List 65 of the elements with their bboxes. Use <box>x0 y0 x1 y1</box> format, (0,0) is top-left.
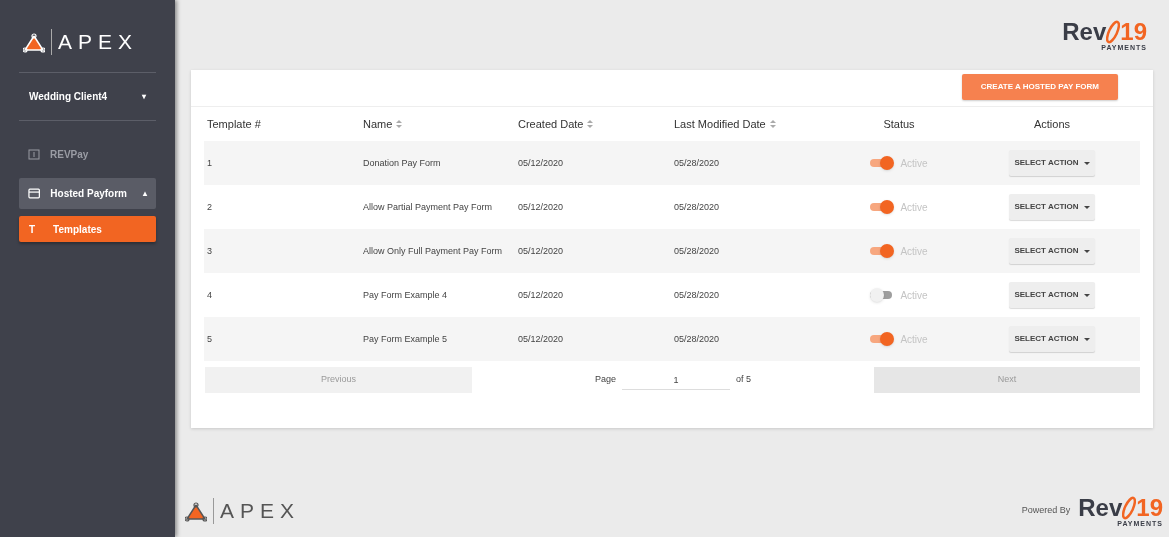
page-label: Page <box>594 373 616 387</box>
select-action-button[interactable]: SELECT ACTION <box>1009 326 1095 352</box>
caret-icon <box>1083 249 1090 253</box>
column-header: Actions <box>1032 116 1072 132</box>
caret-icon: ▾ <box>142 90 146 103</box>
client-dropdown[interactable]: Wedding Client4 ▾ <box>19 73 156 120</box>
select-action-button[interactable]: SELECT ACTION <box>1009 238 1095 264</box>
page-total: of 5 <box>736 373 751 387</box>
select-action-button[interactable]: SELECT ACTION <box>1009 194 1095 220</box>
column-header: Status <box>882 116 916 132</box>
triangle-logo-icon <box>185 500 207 522</box>
logo-number: 19 <box>1136 495 1163 520</box>
column-header[interactable]: Last Modified Date <box>671 115 831 133</box>
sort-icon <box>587 120 594 128</box>
table-cell-text: 05/28/2020 <box>673 244 721 258</box>
table-cell-text: 05/28/2020 <box>673 288 721 302</box>
table-cell-text: 05/12/2020 <box>517 200 565 214</box>
caret-icon <box>1083 337 1090 341</box>
column-header[interactable]: Name <box>360 115 515 133</box>
table-cell-text: Donation Pay Form <box>362 156 442 170</box>
table-cell-text: 05/12/2020 <box>517 332 565 346</box>
triangle-logo-icon <box>23 31 45 53</box>
caret-icon: ▴ <box>143 187 147 200</box>
column-header[interactable]: Created Date <box>515 115 671 133</box>
logo-number: 19 <box>1120 20 1147 44</box>
table-cell-text: Allow Partial Payment Pay Form <box>362 200 494 214</box>
table-cell-text: 05/28/2020 <box>673 156 721 170</box>
select-action-button[interactable]: SELECT ACTION <box>1009 150 1095 176</box>
column-header: Template # <box>206 116 262 132</box>
select-action-button[interactable]: SELECT ACTION <box>1009 282 1095 308</box>
sort-icon <box>769 120 776 128</box>
table-cell-text: 5 <box>206 332 213 346</box>
table-cell-text: 3 <box>206 244 213 258</box>
status-label: Active <box>900 200 928 215</box>
toggle-switch[interactable] <box>870 200 895 214</box>
sort-icon <box>396 120 403 128</box>
toggle-switch[interactable] <box>870 156 895 170</box>
table-cell-text: 05/12/2020 <box>517 288 565 302</box>
swoosh-icon <box>1122 495 1137 520</box>
nav-item[interactable]: Hosted Payform ▴ <box>19 178 156 209</box>
status-label: Active <box>900 288 928 303</box>
table-cell-text: 4 <box>206 288 213 302</box>
caret-icon <box>1083 161 1090 165</box>
caret-icon <box>1083 293 1090 297</box>
table-cell-text: 05/28/2020 <box>673 200 721 214</box>
table-cell-text: 05/12/2020 <box>517 244 565 258</box>
table-cell-text: 2 <box>206 200 213 214</box>
swoosh-icon <box>1106 20 1121 44</box>
logo-text: Rev <box>1062 20 1107 44</box>
table-cell-text: Pay Form Example 4 <box>362 288 449 302</box>
toggle-switch[interactable] <box>870 332 895 346</box>
toggle-switch[interactable] <box>870 244 895 258</box>
powered-by-text: Powered By <box>1021 504 1071 518</box>
page-input[interactable]: 1 <box>622 370 730 390</box>
table-cell-text: 1 <box>206 156 213 170</box>
table-cell-text: 05/12/2020 <box>517 156 565 170</box>
caret-icon <box>1083 205 1090 209</box>
table-cell-text: 05/28/2020 <box>673 332 721 346</box>
logo-text: APEX <box>220 498 301 525</box>
logo-text: APEX <box>58 29 139 56</box>
logo-text: Rev <box>1078 495 1123 520</box>
nav-item[interactable]: REVPay <box>19 139 156 170</box>
table-cell-text: Pay Form Example 5 <box>362 332 449 346</box>
card-icon <box>28 188 41 199</box>
table-cell-text: Allow Only Full Payment Pay Form <box>362 244 504 258</box>
